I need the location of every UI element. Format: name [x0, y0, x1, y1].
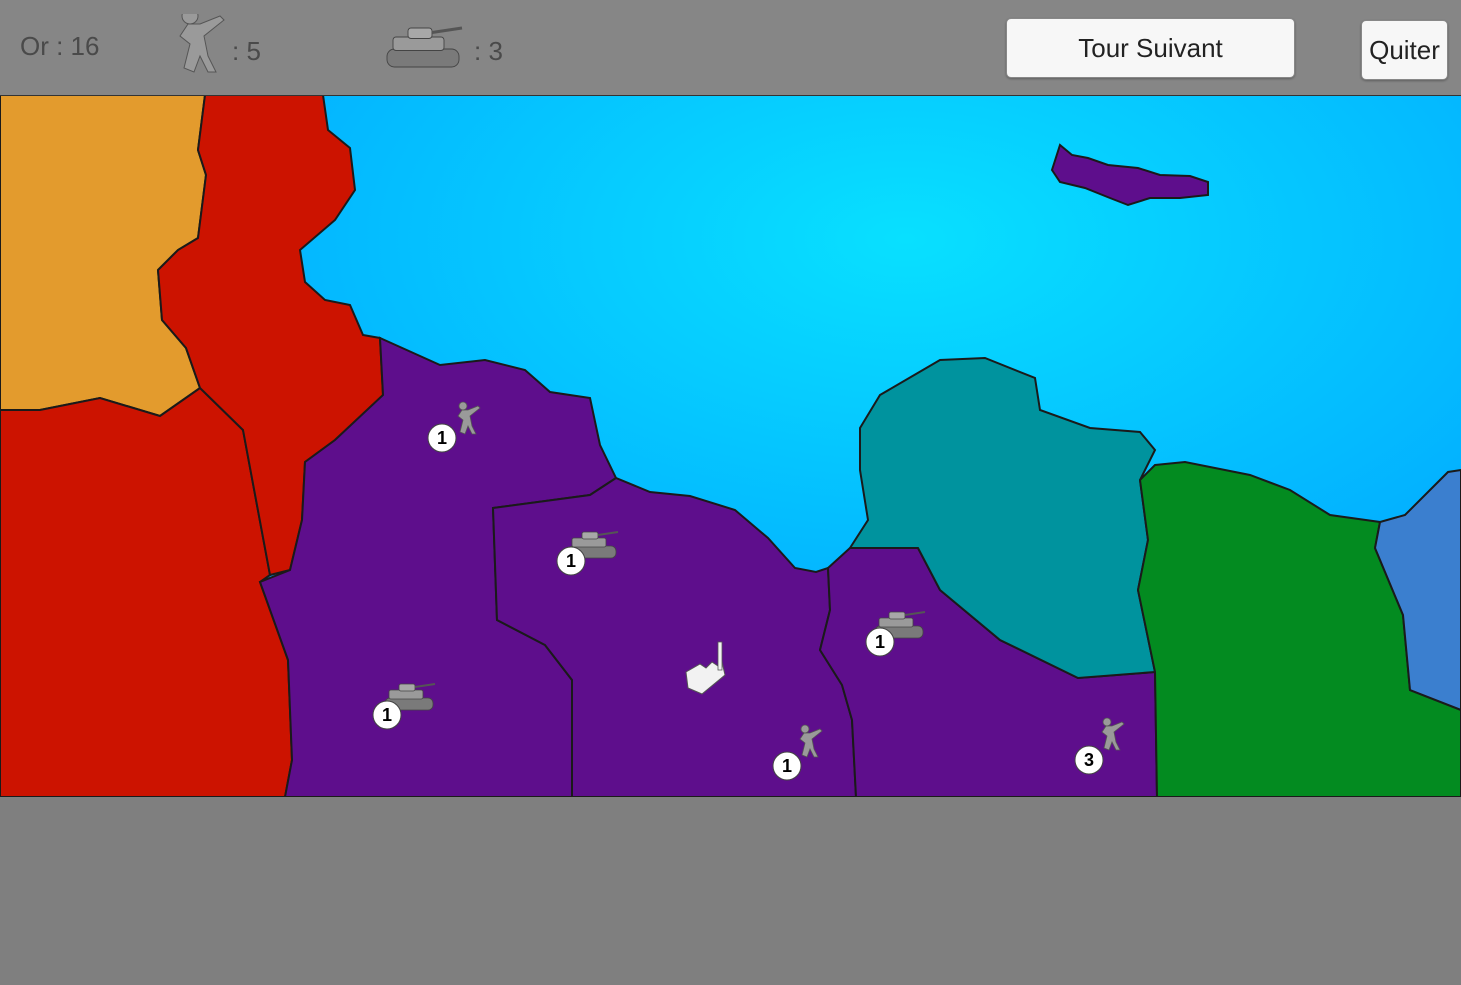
bottom-panel [0, 797, 1461, 985]
infantry-count: : 5 [232, 36, 261, 66]
next-turn-button[interactable]: Tour Suivant [1006, 18, 1295, 78]
gold-counter: Or : 16 [20, 31, 100, 61]
unit-count: 1 [566, 551, 576, 571]
unit-count: 1 [437, 428, 447, 448]
tank-icon [386, 26, 463, 68]
unit-count: 3 [1084, 750, 1094, 770]
unit-count: 1 [782, 756, 792, 776]
tank-count: : 3 [474, 36, 503, 66]
top-hud-bar: Or : 16 : 5 : 3 Tour Suivant Quiter [0, 0, 1461, 96]
unit-count: 1 [382, 705, 392, 725]
infantry-icon [179, 14, 225, 73]
quit-button[interactable]: Quiter [1361, 20, 1448, 80]
unit-count: 1 [875, 632, 885, 652]
